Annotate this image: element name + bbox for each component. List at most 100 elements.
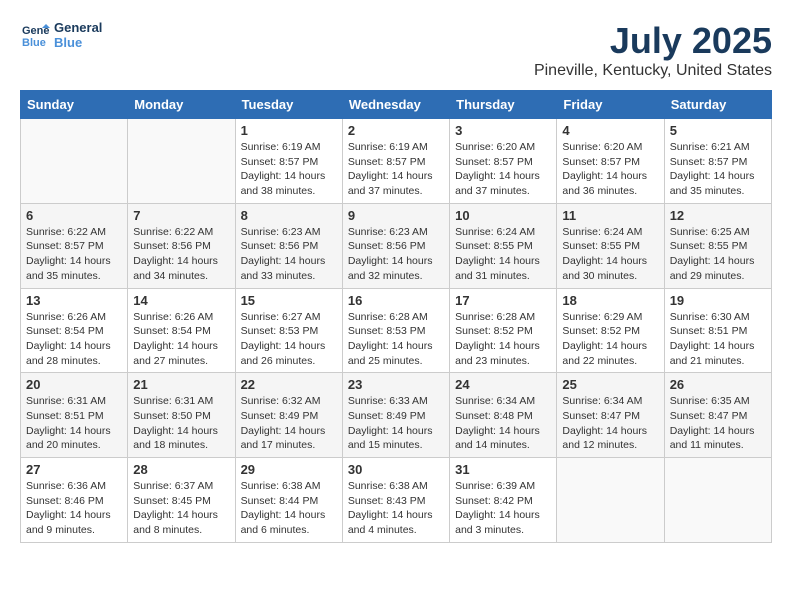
day-info: Sunrise: 6:38 AMSunset: 8:43 PMDaylight:… <box>348 479 444 538</box>
weekday-header-row: SundayMondayTuesdayWednesdayThursdayFrid… <box>21 91 772 119</box>
day-info: Sunrise: 6:23 AMSunset: 8:56 PMDaylight:… <box>348 225 444 284</box>
day-number: 9 <box>348 208 444 223</box>
calendar-cell: 29 Sunrise: 6:38 AMSunset: 8:44 PMDayligh… <box>235 458 342 543</box>
day-number: 17 <box>455 293 551 308</box>
calendar-cell: 9 Sunrise: 6:23 AMSunset: 8:56 PMDaylight… <box>342 203 449 288</box>
day-info: Sunrise: 6:34 AMSunset: 8:48 PMDaylight:… <box>455 394 551 453</box>
calendar-cell: 21 Sunrise: 6:31 AMSunset: 8:50 PMDayligh… <box>128 373 235 458</box>
day-number: 3 <box>455 123 551 138</box>
calendar-cell: 1 Sunrise: 6:19 AMSunset: 8:57 PMDaylight… <box>235 119 342 204</box>
calendar-cell: 16Sunrise: 6:28 AMSunset: 8:53 PMDayligh… <box>342 288 449 373</box>
calendar-cell: 27 Sunrise: 6:36 AMSunset: 8:46 PMDayligh… <box>21 458 128 543</box>
calendar-cell: 31Sunrise: 6:39 AMSunset: 8:42 PMDayligh… <box>450 458 557 543</box>
day-number: 29 <box>241 462 337 477</box>
day-number: 5 <box>670 123 766 138</box>
calendar-cell <box>557 458 664 543</box>
day-info: Sunrise: 6:22 AMSunset: 8:56 PMDaylight:… <box>133 225 229 284</box>
day-info: Sunrise: 6:33 AMSunset: 8:49 PMDaylight:… <box>348 394 444 453</box>
day-info: Sunrise: 6:31 AMSunset: 8:50 PMDaylight:… <box>133 394 229 453</box>
calendar-cell <box>128 119 235 204</box>
logo-icon: General Blue <box>20 20 50 50</box>
day-info: Sunrise: 6:23 AMSunset: 8:56 PMDaylight:… <box>241 225 337 284</box>
calendar-cell: 18 Sunrise: 6:29 AMSunset: 8:52 PMDayligh… <box>557 288 664 373</box>
calendar-cell: 20Sunrise: 6:31 AMSunset: 8:51 PMDayligh… <box>21 373 128 458</box>
day-info: Sunrise: 6:28 AMSunset: 8:52 PMDaylight:… <box>455 310 551 369</box>
day-info: Sunrise: 6:20 AMSunset: 8:57 PMDaylight:… <box>562 140 658 199</box>
day-info: Sunrise: 6:37 AMSunset: 8:45 PMDaylight:… <box>133 479 229 538</box>
day-info: Sunrise: 6:19 AMSunset: 8:57 PMDaylight:… <box>348 140 444 199</box>
day-number: 4 <box>562 123 658 138</box>
day-info: Sunrise: 6:25 AMSunset: 8:55 PMDaylight:… <box>670 225 766 284</box>
calendar-cell: 5 Sunrise: 6:21 AMSunset: 8:57 PMDaylight… <box>664 119 771 204</box>
day-info: Sunrise: 6:19 AMSunset: 8:57 PMDaylight:… <box>241 140 337 199</box>
logo-line2: Blue <box>54 35 102 50</box>
calendar-cell: 23Sunrise: 6:33 AMSunset: 8:49 PMDayligh… <box>342 373 449 458</box>
calendar-cell: 28Sunrise: 6:37 AMSunset: 8:45 PMDayligh… <box>128 458 235 543</box>
calendar-cell: 24 Sunrise: 6:34 AMSunset: 8:48 PMDayligh… <box>450 373 557 458</box>
calendar-week-5: 27 Sunrise: 6:36 AMSunset: 8:46 PMDayligh… <box>21 458 772 543</box>
day-number: 15 <box>241 293 337 308</box>
day-number: 31 <box>455 462 551 477</box>
day-info: Sunrise: 6:34 AMSunset: 8:47 PMDaylight:… <box>562 394 658 453</box>
calendar-cell: 10Sunrise: 6:24 AMSunset: 8:55 PMDayligh… <box>450 203 557 288</box>
day-number: 10 <box>455 208 551 223</box>
day-info: Sunrise: 6:27 AMSunset: 8:53 PMDaylight:… <box>241 310 337 369</box>
day-info: Sunrise: 6:36 AMSunset: 8:46 PMDaylight:… <box>26 479 122 538</box>
day-number: 30 <box>348 462 444 477</box>
calendar-week-3: 13Sunrise: 6:26 AMSunset: 8:54 PMDayligh… <box>21 288 772 373</box>
calendar-cell: 26 Sunrise: 6:35 AMSunset: 8:47 PMDayligh… <box>664 373 771 458</box>
calendar-week-1: 1 Sunrise: 6:19 AMSunset: 8:57 PMDaylight… <box>21 119 772 204</box>
calendar-cell: 13Sunrise: 6:26 AMSunset: 8:54 PMDayligh… <box>21 288 128 373</box>
day-info: Sunrise: 6:21 AMSunset: 8:57 PMDaylight:… <box>670 140 766 199</box>
calendar-week-2: 6 Sunrise: 6:22 AMSunset: 8:57 PMDaylight… <box>21 203 772 288</box>
day-number: 12 <box>670 208 766 223</box>
day-number: 18 <box>562 293 658 308</box>
day-info: Sunrise: 6:32 AMSunset: 8:49 PMDaylight:… <box>241 394 337 453</box>
day-info: Sunrise: 6:20 AMSunset: 8:57 PMDaylight:… <box>455 140 551 199</box>
day-number: 11 <box>562 208 658 223</box>
day-info: Sunrise: 6:35 AMSunset: 8:47 PMDaylight:… <box>670 394 766 453</box>
header-tuesday: Tuesday <box>235 91 342 119</box>
day-number: 1 <box>241 123 337 138</box>
day-number: 26 <box>670 377 766 392</box>
calendar-cell <box>21 119 128 204</box>
logo: General Blue General Blue <box>20 20 102 50</box>
day-number: 25 <box>562 377 658 392</box>
day-info: Sunrise: 6:38 AMSunset: 8:44 PMDaylight:… <box>241 479 337 538</box>
day-number: 7 <box>133 208 229 223</box>
day-number: 27 <box>26 462 122 477</box>
subtitle: Pineville, Kentucky, United States <box>534 62 772 80</box>
calendar-cell <box>664 458 771 543</box>
header-sunday: Sunday <box>21 91 128 119</box>
day-number: 6 <box>26 208 122 223</box>
header-thursday: Thursday <box>450 91 557 119</box>
calendar-cell: 2 Sunrise: 6:19 AMSunset: 8:57 PMDaylight… <box>342 119 449 204</box>
calendar-cell: 15 Sunrise: 6:27 AMSunset: 8:53 PMDayligh… <box>235 288 342 373</box>
calendar-cell: 3 Sunrise: 6:20 AMSunset: 8:57 PMDaylight… <box>450 119 557 204</box>
day-number: 22 <box>241 377 337 392</box>
day-info: Sunrise: 6:22 AMSunset: 8:57 PMDaylight:… <box>26 225 122 284</box>
calendar-cell: 14Sunrise: 6:26 AMSunset: 8:54 PMDayligh… <box>128 288 235 373</box>
calendar-week-4: 20Sunrise: 6:31 AMSunset: 8:51 PMDayligh… <box>21 373 772 458</box>
calendar-cell: 30 Sunrise: 6:38 AMSunset: 8:43 PMDayligh… <box>342 458 449 543</box>
page-header: General Blue General Blue July 2025 Pine… <box>20 20 772 80</box>
day-info: Sunrise: 6:26 AMSunset: 8:54 PMDaylight:… <box>26 310 122 369</box>
calendar-cell: 12 Sunrise: 6:25 AMSunset: 8:55 PMDayligh… <box>664 203 771 288</box>
svg-text:Blue: Blue <box>22 37 46 49</box>
day-number: 8 <box>241 208 337 223</box>
calendar-cell: 25 Sunrise: 6:34 AMSunset: 8:47 PMDayligh… <box>557 373 664 458</box>
day-info: Sunrise: 6:29 AMSunset: 8:52 PMDaylight:… <box>562 310 658 369</box>
day-number: 24 <box>455 377 551 392</box>
calendar-cell: 6 Sunrise: 6:22 AMSunset: 8:57 PMDaylight… <box>21 203 128 288</box>
logo-line1: General <box>54 20 102 35</box>
day-number: 16 <box>348 293 444 308</box>
day-number: 14 <box>133 293 229 308</box>
header-wednesday: Wednesday <box>342 91 449 119</box>
calendar-cell: 4 Sunrise: 6:20 AMSunset: 8:57 PMDaylight… <box>557 119 664 204</box>
day-info: Sunrise: 6:30 AMSunset: 8:51 PMDaylight:… <box>670 310 766 369</box>
day-number: 2 <box>348 123 444 138</box>
day-number: 21 <box>133 377 229 392</box>
title-block: July 2025 Pineville, Kentucky, United St… <box>534 20 772 80</box>
calendar-cell: 19Sunrise: 6:30 AMSunset: 8:51 PMDayligh… <box>664 288 771 373</box>
calendar-cell: 17 Sunrise: 6:28 AMSunset: 8:52 PMDayligh… <box>450 288 557 373</box>
